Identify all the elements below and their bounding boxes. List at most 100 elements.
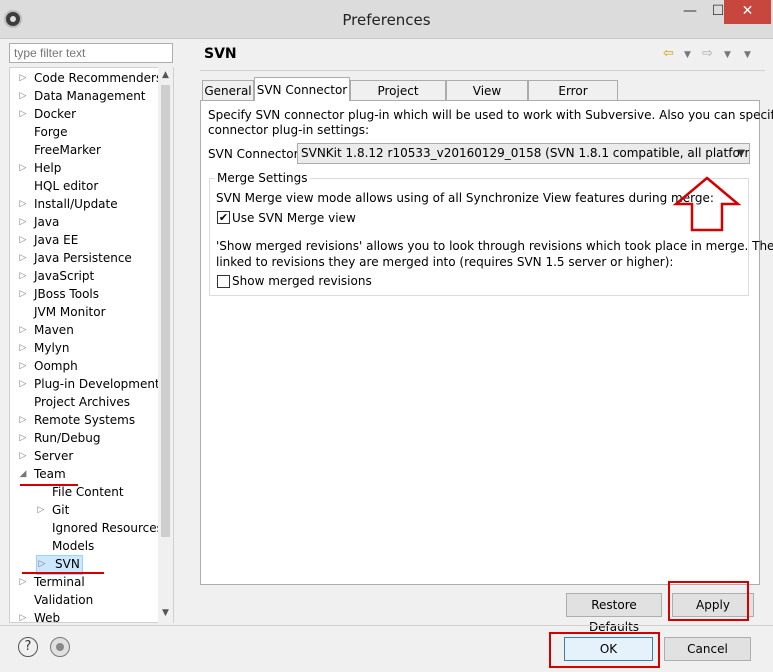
tab-project-structure[interactable]: Project structure (350, 80, 446, 118)
expanded-twistie-icon[interactable]: ◢ (18, 465, 28, 483)
tree-item[interactable]: ▷ Terminal (18, 573, 85, 591)
minimize-button[interactable]: — (676, 0, 704, 24)
tree-item[interactable]: ▷ Install/Update (18, 195, 118, 213)
annotation-up-arrow-icon (672, 176, 742, 232)
collapsed-twistie-icon[interactable]: ▷ (18, 195, 28, 213)
tree-item-label: File Content (52, 485, 124, 499)
show-merged-revisions-checkbox[interactable] (217, 275, 230, 288)
tree-item-label: Java Persistence (34, 251, 132, 265)
check-icon: ✔ (218, 211, 229, 224)
title-bar: Preferences — ☐ ✕ (0, 0, 773, 39)
import-export-icon[interactable] (50, 637, 70, 657)
close-window-button[interactable]: ✕ (724, 0, 771, 24)
collapsed-twistie-icon[interactable]: ▷ (18, 87, 28, 105)
collapsed-twistie-icon[interactable]: ▷ (18, 321, 28, 339)
collapsed-twistie-icon[interactable]: ▷ (18, 357, 28, 375)
tree-item[interactable]: ▷ JBoss Tools (18, 285, 99, 303)
tree-item[interactable]: ▷ Remote Systems (18, 411, 136, 429)
tree-item[interactable]: JVM Monitor (18, 303, 106, 321)
tree-item-label: Plug-in Development (34, 377, 160, 391)
collapsed-twistie-icon[interactable]: ▷ (18, 267, 28, 285)
tree-item[interactable]: ▷ Web (18, 609, 61, 622)
tree-item[interactable]: ▷ Help (18, 159, 62, 177)
tree-item[interactable]: ▷ Server (18, 447, 74, 465)
tree-item[interactable]: ▷ Java Persistence (18, 249, 132, 267)
tab-error-reporting[interactable]: Error Reporting (528, 80, 618, 118)
tree-item[interactable]: HQL editor (18, 177, 98, 195)
annotation-box-apply (668, 581, 749, 621)
tree-item-label: FreeMarker (34, 143, 101, 157)
tree-item-label: Java EE (34, 233, 79, 247)
back-menu-chevron-icon[interactable]: ▼ (684, 50, 691, 60)
collapsed-twistie-icon[interactable]: ▷ (18, 573, 28, 591)
tree-item-label: Data Management (34, 89, 146, 103)
tree-item-label: JavaScript (34, 269, 95, 283)
show-merged-revisions-label[interactable]: Show merged revisions (232, 274, 372, 288)
svn-connector-label: SVN Connector: (208, 147, 303, 161)
tree-item[interactable]: ▷ Java EE (18, 231, 79, 249)
header-separator (200, 70, 765, 71)
collapsed-twistie-icon[interactable]: ▷ (18, 285, 28, 303)
collapsed-twistie-icon[interactable]: ▷ (18, 231, 28, 249)
tree-scrollbar-thumb[interactable] (161, 85, 170, 537)
tree-item-label: HQL editor (34, 179, 99, 193)
forward-menu-chevron-icon[interactable]: ▼ (724, 50, 731, 60)
scroll-down-arrow-icon[interactable]: ▼ (158, 608, 173, 618)
tree-item[interactable]: Forge (18, 123, 68, 141)
collapsed-twistie-icon[interactable]: ▷ (18, 159, 28, 177)
tree-item[interactable]: ▷ Plug-in Development (18, 375, 160, 393)
tree-item[interactable]: ◢ Team (18, 465, 66, 483)
tree-item-label: Remote Systems (34, 413, 136, 427)
view-menu-icon[interactable]: ▼ (744, 50, 751, 60)
collapsed-twistie-icon[interactable]: ▷ (18, 105, 28, 123)
collapsed-twistie-icon[interactable]: ▷ (18, 429, 28, 447)
annotation-underline-svn (22, 572, 104, 574)
collapsed-twistie-icon[interactable]: ▷ (18, 411, 28, 429)
tab-general[interactable]: General (202, 80, 254, 100)
tree-item-label: Team (34, 467, 66, 481)
scroll-up-arrow-icon[interactable]: ▲ (158, 70, 173, 80)
collapsed-twistie-icon[interactable]: ▷ (18, 375, 28, 393)
tree-item[interactable]: ▷ Java (18, 213, 60, 231)
collapsed-twistie-icon[interactable]: ▷ (18, 213, 28, 231)
tree-item[interactable]: ▷ Oomph (18, 357, 78, 375)
cancel-button[interactable]: Cancel (664, 637, 751, 661)
tree-item[interactable]: ▷ Maven (18, 321, 74, 339)
tree-item[interactable]: Ignored Resources (36, 519, 163, 537)
tree-item[interactable]: ▷ Data Management (18, 87, 146, 105)
tree-item[interactable]: ▷ Run/Debug (18, 429, 101, 447)
tree-item[interactable]: Validation (18, 591, 93, 609)
tree-item[interactable]: ▷ Code Recommenders (18, 69, 163, 87)
tree-item[interactable]: ▷ Mylyn (18, 339, 70, 357)
tree-item[interactable]: ▷ JavaScript (18, 267, 95, 285)
collapsed-twistie-icon[interactable]: ▷ (18, 609, 28, 622)
collapsed-twistie-icon[interactable]: ▷ (37, 556, 47, 572)
tree-item-label: Run/Debug (34, 431, 101, 445)
collapsed-twistie-icon[interactable]: ▷ (36, 501, 46, 519)
restore-defaults-button[interactable]: Restore Defaults (566, 593, 662, 634)
tab-svn-connector[interactable]: SVN Connector (254, 77, 350, 101)
collapsed-twistie-icon[interactable]: ▷ (18, 339, 28, 357)
annotation-box-ok (549, 632, 660, 668)
collapsed-twistie-icon[interactable]: ▷ (18, 69, 28, 87)
chevron-down-icon: ▼ (737, 148, 745, 159)
tab-view-settings[interactable]: View Settings (446, 80, 528, 118)
forward-arrow-icon[interactable]: ⇨ (702, 46, 713, 61)
use-svn-merge-view-label[interactable]: Use SVN Merge view (232, 211, 356, 225)
tree-item-label: Docker (34, 107, 77, 121)
help-icon[interactable]: ? (18, 637, 38, 657)
connector-description-line2: connector plug-in settings: (208, 123, 370, 137)
use-svn-merge-view-checkbox[interactable]: ✔ (217, 211, 230, 224)
tree-item[interactable]: ▷ Docker (18, 105, 77, 123)
svn-connector-select[interactable]: SVNKit 1.8.12 r10533_v20160129_0158 (SVN… (297, 143, 750, 164)
back-arrow-icon[interactable]: ⇦ (663, 46, 674, 61)
collapsed-twistie-icon[interactable]: ▷ (18, 447, 28, 465)
tree-item-label: Mylyn (34, 341, 70, 355)
tree-item[interactable]: Models (36, 537, 94, 555)
tree-item[interactable]: Project Archives (18, 393, 130, 411)
collapsed-twistie-icon[interactable]: ▷ (18, 249, 28, 267)
tree-item[interactable]: ▷ Git (36, 501, 70, 519)
filter-input[interactable] (9, 43, 173, 63)
tree-item[interactable]: FreeMarker (18, 141, 101, 159)
annotation-underline-team (20, 484, 78, 486)
